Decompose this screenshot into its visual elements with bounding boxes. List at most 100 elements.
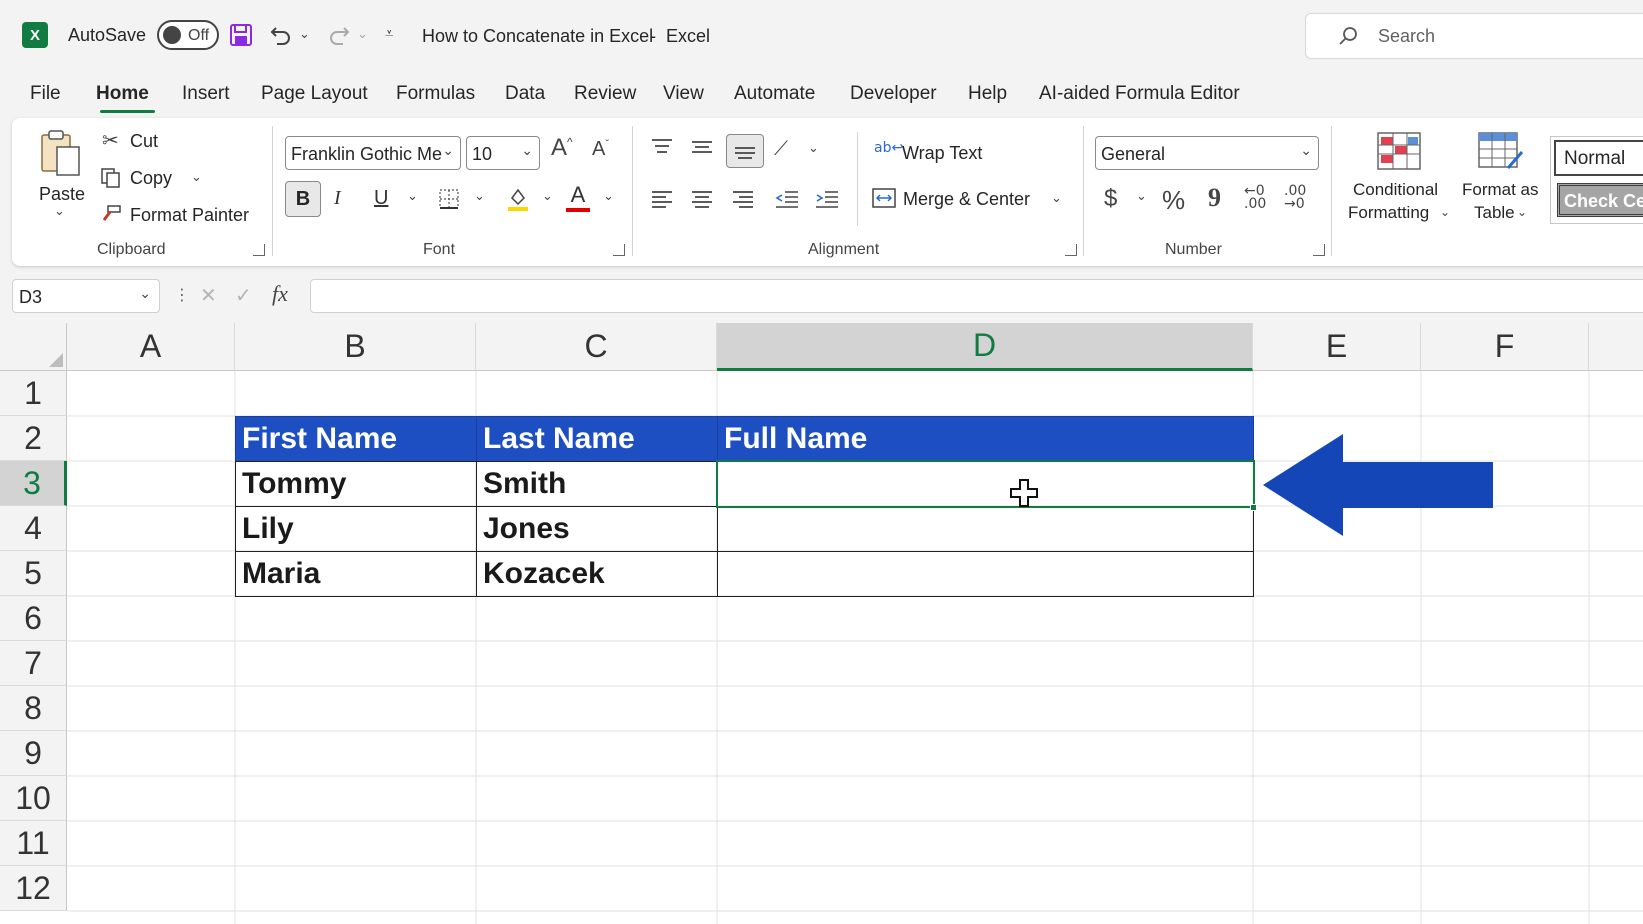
- customize-qat-icon[interactable]: ⩡: [385, 24, 393, 42]
- tab-developer[interactable]: Developer: [850, 83, 937, 105]
- row-header-4[interactable]: 4: [0, 506, 67, 551]
- align-center-icon[interactable]: [690, 189, 714, 209]
- increase-decimal-icon[interactable]: ←0.00: [1244, 184, 1266, 211]
- increase-font-size-icon[interactable]: A^: [551, 134, 573, 162]
- format-as-table-label-2[interactable]: Table: [1474, 203, 1515, 223]
- bottom-align-button[interactable]: [726, 134, 764, 168]
- tab-data[interactable]: Data: [505, 83, 545, 105]
- fill-color-icon[interactable]: [505, 185, 531, 213]
- copy-dropdown-icon[interactable]: ⌄: [191, 170, 202, 185]
- row-header-9[interactable]: 9: [0, 731, 67, 776]
- underline-button[interactable]: U: [374, 187, 388, 210]
- number-format-select[interactable]: General ⌄: [1095, 136, 1319, 170]
- borders-dropdown-icon[interactable]: ⌄: [474, 189, 485, 204]
- column-header-g[interactable]: [1589, 323, 1643, 371]
- tab-review[interactable]: Review: [574, 83, 636, 105]
- top-align-icon[interactable]: [650, 137, 674, 157]
- number-launcher-icon[interactable]: [1313, 244, 1325, 256]
- insert-function-icon[interactable]: fx: [272, 281, 288, 307]
- percent-button[interactable]: %: [1162, 185, 1185, 216]
- font-color-dropdown-icon[interactable]: ⌄: [603, 189, 614, 204]
- format-as-table-label-1[interactable]: Format as: [1462, 180, 1539, 200]
- row-header-7[interactable]: 7: [0, 641, 67, 686]
- orientation-icon[interactable]: ⟋: [774, 136, 788, 160]
- format-painter-button[interactable]: Format Painter: [130, 205, 249, 226]
- undo-icon[interactable]: [268, 22, 294, 48]
- copy-icon[interactable]: [99, 166, 123, 190]
- tab-automate[interactable]: Automate: [734, 83, 815, 105]
- column-header-c[interactable]: C: [476, 323, 717, 371]
- decrease-indent-icon[interactable]: [774, 189, 800, 209]
- italic-button[interactable]: I: [334, 187, 341, 210]
- table-header-last-name[interactable]: Last Name: [476, 416, 718, 462]
- row-header-2[interactable]: 2: [0, 416, 67, 461]
- table-cell[interactable]: [717, 551, 1254, 597]
- redo-dropdown-icon[interactable]: ⌄: [357, 27, 368, 42]
- fill-color-dropdown-icon[interactable]: ⌄: [542, 189, 553, 204]
- column-header-f[interactable]: F: [1421, 323, 1589, 371]
- row-header-6[interactable]: 6: [0, 596, 67, 641]
- column-header-e[interactable]: E: [1253, 323, 1421, 371]
- format-table-dropdown-icon[interactable]: ⌄: [1517, 205, 1527, 219]
- row-header-5[interactable]: 5: [0, 551, 67, 596]
- cancel-icon[interactable]: ✕: [200, 283, 217, 307]
- table-header-full-name[interactable]: Full Name: [717, 416, 1254, 462]
- table-cell[interactable]: Lily: [235, 506, 477, 552]
- paste-icon[interactable]: [38, 128, 84, 178]
- tab-help[interactable]: Help: [968, 83, 1007, 105]
- merge-center-button[interactable]: Merge & Center: [903, 189, 1030, 210]
- merge-dropdown-icon[interactable]: ⌄: [1051, 191, 1062, 206]
- paste-label[interactable]: Paste: [39, 184, 85, 205]
- column-header-a[interactable]: A: [67, 323, 235, 371]
- row-header-11[interactable]: 11: [0, 821, 67, 866]
- style-normal[interactable]: Normal: [1554, 140, 1643, 176]
- bold-button[interactable]: B: [285, 181, 321, 217]
- wrap-text-icon[interactable]: ab↩: [874, 140, 903, 156]
- enter-icon[interactable]: ✓: [235, 283, 252, 307]
- borders-icon[interactable]: [437, 187, 461, 211]
- row-header-10[interactable]: 10: [0, 776, 67, 821]
- conditional-formatting-label-1[interactable]: Conditional: [1353, 180, 1438, 200]
- format-painter-icon[interactable]: [99, 203, 123, 227]
- conditional-dropdown-icon[interactable]: ⌄: [1440, 205, 1450, 219]
- decrease-decimal-icon[interactable]: .00 →0: [1284, 184, 1306, 211]
- table-cell[interactable]: Smith: [476, 461, 718, 507]
- copy-button[interactable]: Copy: [130, 168, 172, 189]
- font-launcher-icon[interactable]: [613, 244, 625, 256]
- clipboard-launcher-icon[interactable]: [253, 244, 265, 256]
- tab-page-layout[interactable]: Page Layout: [261, 83, 368, 105]
- column-header-b[interactable]: B: [235, 323, 476, 371]
- row-header-8[interactable]: 8: [0, 686, 67, 731]
- paste-dropdown-icon[interactable]: ⌄: [54, 204, 65, 219]
- merge-center-icon[interactable]: [872, 187, 896, 209]
- tab-file[interactable]: File: [30, 83, 61, 105]
- save-icon[interactable]: [228, 22, 254, 48]
- increase-indent-icon[interactable]: [814, 189, 840, 209]
- active-cell-d3[interactable]: [716, 460, 1255, 508]
- currency-dropdown-icon[interactable]: ⌄: [1136, 189, 1147, 204]
- formula-input[interactable]: [310, 279, 1643, 313]
- wrap-text-button[interactable]: Wrap Text: [902, 143, 982, 164]
- cut-button[interactable]: Cut: [130, 131, 158, 152]
- table-cell[interactable]: Maria: [235, 551, 477, 597]
- conditional-formatting-icon[interactable]: [1377, 132, 1421, 170]
- row-header-1[interactable]: 1: [0, 371, 67, 416]
- row-header-3[interactable]: 3: [0, 461, 67, 506]
- fill-handle[interactable]: [1250, 504, 1257, 511]
- comma-style-button[interactable]: 9: [1208, 183, 1221, 213]
- redo-icon[interactable]: [326, 22, 352, 48]
- font-size-select[interactable]: 10 ⌄: [466, 136, 540, 170]
- tab-insert[interactable]: Insert: [182, 83, 230, 105]
- font-name-select[interactable]: Franklin Gothic Me ⌄: [285, 136, 461, 170]
- underline-dropdown-icon[interactable]: ⌄: [407, 189, 418, 204]
- cut-icon[interactable]: ✂: [102, 128, 119, 152]
- name-box[interactable]: D3 ⌄: [12, 279, 160, 313]
- table-cell[interactable]: Tommy: [235, 461, 477, 507]
- decrease-font-size-icon[interactable]: Aˇ: [592, 138, 609, 161]
- select-all-corner[interactable]: [0, 323, 67, 371]
- table-cell[interactable]: Jones: [476, 506, 718, 552]
- more-options-icon[interactable]: ⋮: [174, 285, 190, 304]
- undo-dropdown-icon[interactable]: ⌄: [299, 27, 310, 42]
- orientation-dropdown-icon[interactable]: ⌄: [808, 141, 819, 156]
- alignment-launcher-icon[interactable]: [1065, 244, 1077, 256]
